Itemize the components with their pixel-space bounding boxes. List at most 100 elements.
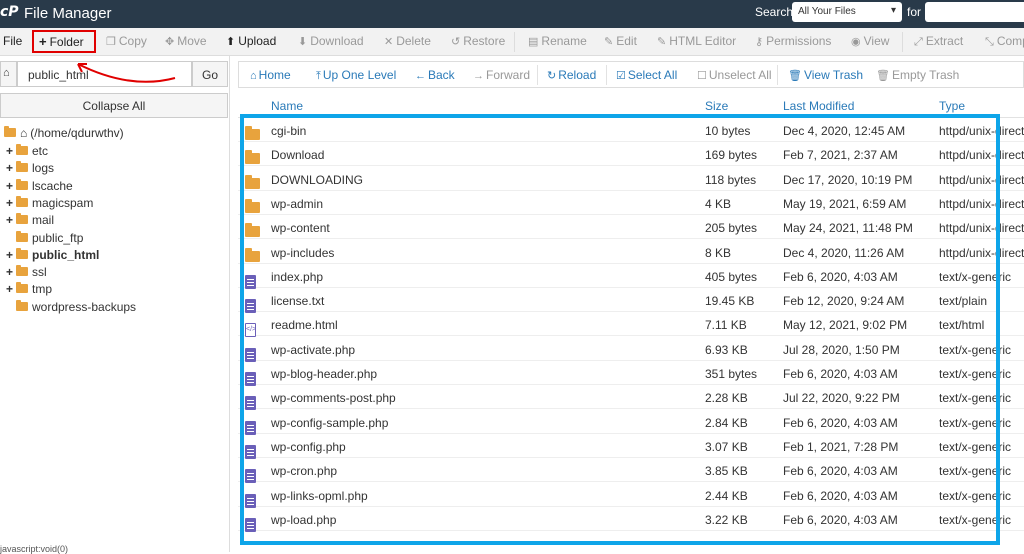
rename-button[interactable]: ▤ Rename [528, 34, 587, 48]
restore-button[interactable]: ↺ Restore [451, 34, 505, 48]
tree-root[interactable]: ⌂ (/home/qdurwthv) [4, 126, 124, 140]
row-name: wp-comments-post.php [271, 391, 396, 406]
home-button[interactable]: ⌂ Home [250, 68, 291, 82]
table-row[interactable]: wp-admin 4 KB May 19, 2021, 6:59 AM httpd/u… [238, 191, 1024, 215]
upload-button[interactable]: ⬆ Upload [226, 34, 276, 48]
tree-item[interactable]: + public_html [6, 247, 99, 264]
column-name[interactable]: Name [271, 99, 303, 113]
row-name: wp-blog-header.php [271, 367, 378, 381]
file-icon [245, 517, 256, 532]
close-icon: ✕ [384, 36, 394, 48]
tree-item[interactable]: + lscache [6, 178, 73, 195]
row-modified: Dec 17, 2020, 10:19 PM [783, 172, 913, 187]
table-row[interactable]: index.php 405 bytes Feb 6, 2020, 4:03 AM te… [238, 264, 1024, 289]
back-button[interactable]: ← Back [415, 68, 455, 82]
expand-plus-icon[interactable]: + [6, 196, 16, 210]
table-row[interactable]: wp-config.php 3.07 KB Feb 1, 2021, 7:28 PM… [238, 434, 1024, 459]
empty-trash-button[interactable]: 🗑 Empty Trash [876, 68, 959, 82]
go-button[interactable]: Go [192, 61, 228, 87]
tree-item[interactable]: + logs [6, 161, 54, 177]
tree-item[interactable]: public_ftp [6, 230, 83, 247]
move-label: Move [177, 34, 207, 48]
select-all-button[interactable]: ☑ Select All [616, 68, 677, 82]
file-icon [245, 444, 256, 459]
copy-button[interactable]: ❐ Copy [106, 34, 147, 48]
row-type: httpd/unix-directory [939, 221, 1024, 236]
row-modified: Feb 6, 2020, 4:03 AM [783, 464, 898, 479]
table-row[interactable]: wp-activate.php 6.93 KB Jul 28, 2020, 1:50… [238, 337, 1024, 362]
expand-plus-icon[interactable]: + [6, 144, 16, 158]
tree-item[interactable]: wordpress-backups [6, 299, 136, 316]
cpanel-logo[interactable]: cP [0, 4, 19, 20]
table-row[interactable]: license.txt 19.45 KB Feb 12, 2020, 9:24 AM… [238, 288, 1024, 314]
table-row[interactable]: wp-links-opml.php 2.44 KB Feb 6, 2020, 4:0… [238, 483, 1024, 508]
table-row[interactable]: </> readme.html 7.11 KB May 12, 2021, 9:02 … [238, 312, 1024, 338]
delete-button[interactable]: ✕ Delete [384, 34, 431, 48]
view-trash-button[interactable]: 🗑 View Trash [788, 68, 863, 82]
expand-plus-icon[interactable]: + [6, 179, 16, 193]
search-scope-value: All Your Files [798, 6, 856, 17]
tree-item[interactable]: + etc [6, 144, 48, 160]
tree-item[interactable]: + ssl [6, 265, 47, 281]
folder-icon [16, 265, 28, 277]
folder-icon [16, 230, 28, 242]
expand-plus-icon[interactable]: + [6, 213, 16, 227]
column-last-modified[interactable]: Last Modified [783, 99, 854, 113]
expand-plus-icon[interactable]: + [6, 248, 16, 262]
table-row[interactable]: wp-includes 8 KB Dec 4, 2020, 11:26 AM http… [238, 240, 1024, 264]
edit-button[interactable]: ✎ Edit [604, 34, 637, 48]
tree-item[interactable]: + magicspam [6, 195, 93, 212]
up-one-level-button[interactable]: ⤒ Up One Level [316, 68, 396, 83]
extract-button[interactable]: ⤢ Extract [914, 34, 963, 49]
expand-plus-icon[interactable]: + [6, 282, 16, 296]
download-button[interactable]: ⬇ Download [298, 34, 364, 48]
expand-plus-icon[interactable]: + [6, 161, 16, 175]
table-row[interactable]: wp-blog-header.php 351 bytes Feb 6, 2020, … [238, 361, 1024, 386]
table-row[interactable]: DOWNLOADING 118 bytes Dec 17, 2020, 10:19 … [238, 167, 1024, 191]
table-row[interactable]: cgi-bin 10 bytes Dec 4, 2020, 12:45 AM http… [238, 118, 1024, 142]
row-name: wp-admin [271, 196, 324, 211]
row-size: 405 bytes [705, 269, 758, 284]
sidebar: ⌂ public_html Go Collapse All ⌂ (/home/qd… [0, 56, 230, 552]
table-row[interactable]: wp-config-sample.php 2.84 KB Feb 6, 2020, … [238, 410, 1024, 435]
table-row[interactable]: wp-load.php 3.22 KB Feb 6, 2020, 4:03 AM te… [238, 507, 1024, 532]
table-row[interactable]: Download 169 bytes Feb 7, 2021, 2:37 AM htt… [238, 142, 1024, 167]
forward-button[interactable]: → Forward [473, 68, 530, 82]
folder-icon [16, 299, 28, 311]
file-button[interactable]: File [3, 34, 22, 48]
collapse-all-button[interactable]: Collapse All [0, 93, 228, 118]
path-input[interactable]: public_html [17, 61, 192, 87]
row-modified: May 19, 2021, 6:59 AM [783, 196, 907, 211]
top-bar: cP File Manager Search All Your Files ▾ … [0, 0, 1024, 28]
tree-item[interactable]: + mail [6, 213, 54, 229]
folder-icon [245, 174, 260, 189]
permissions-button[interactable]: ⚷ Permissions [755, 34, 831, 48]
compress-button[interactable]: ⤡Comp [985, 34, 1024, 49]
move-button[interactable]: ✥ Move [165, 34, 207, 48]
row-type: text/x-generic [939, 342, 1012, 357]
html-editor-button[interactable]: ✎ HTML Editor [657, 34, 736, 48]
folder-icon [245, 150, 260, 165]
table-row[interactable]: wp-comments-post.php 2.28 KB Jul 22, 2020,… [238, 385, 1024, 411]
column-type[interactable]: Type [939, 99, 965, 113]
search-input[interactable] [925, 2, 1024, 22]
permissions-label: Permissions [766, 34, 832, 48]
search-scope-select[interactable]: All Your Files ▾ [792, 2, 902, 22]
reload-button[interactable]: ↻ Reload [547, 68, 596, 82]
file-table-body: cgi-bin 10 bytes Dec 4, 2020, 12:45 AM http… [238, 118, 1024, 552]
table-row[interactable]: wp-cron.php 3.85 KB Feb 6, 2020, 4:03 AM te… [238, 458, 1024, 484]
row-name: wp-includes [271, 245, 335, 260]
row-size: 3.07 KB [705, 439, 748, 454]
column-size[interactable]: Size [705, 99, 728, 113]
tree-item-label: ssl [32, 265, 47, 280]
row-name: wp-config.php [271, 439, 346, 454]
table-row[interactable]: wp-content 205 bytes May 24, 2021, 11:48 P… [238, 215, 1024, 240]
row-modified: Feb 12, 2020, 9:24 AM [783, 294, 905, 309]
home-icon[interactable]: ⌂ [0, 61, 17, 87]
unselect-all-button[interactable]: ☐ Unselect All [697, 68, 772, 82]
tree-item[interactable]: + tmp [6, 282, 52, 298]
expand-plus-icon[interactable]: + [6, 265, 16, 279]
view-button[interactable]: ◉ View [851, 34, 889, 48]
html-file-icon: </> [245, 323, 256, 338]
row-name: cgi-bin [271, 124, 307, 138]
